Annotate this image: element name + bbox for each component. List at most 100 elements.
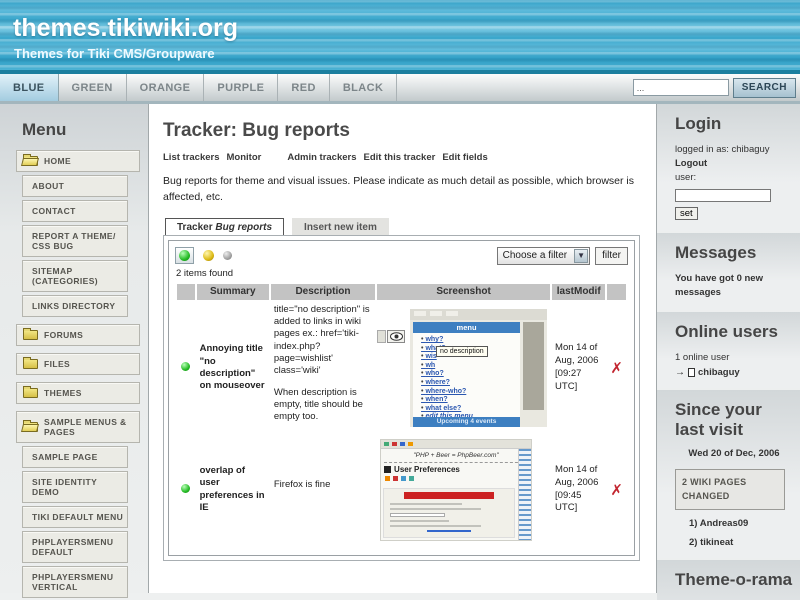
page: themes.tikiwiki.org Themes for Tiki CMS/… (0, 0, 800, 600)
gray-status-icon[interactable] (223, 251, 232, 260)
sidebar-item-sitemap[interactable]: SITEMAP (CATEGORIES) (22, 260, 128, 292)
search-button[interactable]: SEARCH (733, 78, 796, 98)
yellow-status-icon[interactable] (203, 250, 214, 261)
site-header: themes.tikiwiki.org Themes for Tiki CMS/… (0, 0, 800, 74)
scrollbar-strip (523, 322, 544, 410)
sidebar-item-phplayersmenu-default[interactable]: PHPLAYERSMENU DEFAULT (22, 531, 128, 563)
sidebar-item-sample-menus[interactable]: SAMPLE MENUS & PAGES (16, 411, 140, 443)
theme-tab-blue[interactable]: BLUE (0, 74, 59, 101)
description-paragraph: title="no description" is added to links… (274, 304, 372, 378)
link-admin-trackers[interactable]: Admin trackers (287, 152, 356, 163)
theme-tab-orange[interactable]: ORANGE (127, 74, 205, 101)
link-edit-this-tracker[interactable]: Edit this tracker (364, 152, 436, 163)
left-sidebar: Menu HOME ABOUT CONTACT REPORT A THEME/ … (0, 104, 148, 593)
choose-filter-select[interactable]: Choose a filter (497, 247, 590, 265)
summary-column-header[interactable]: Summary (197, 284, 269, 300)
sidebar-item-site-identity-demo[interactable]: SITE IDENTITY DEMO (22, 471, 128, 503)
sidebar-item-home[interactable]: HOME (16, 150, 140, 172)
description-paragraph: When description is empty, title should … (274, 387, 372, 424)
messages-title: Messages (675, 243, 794, 263)
set-button[interactable]: set (675, 207, 698, 220)
theme-tab-red[interactable]: RED (278, 74, 329, 101)
search-input[interactable] (633, 79, 729, 96)
search-area: SEARCH (633, 74, 800, 101)
sidebar-item-about[interactable]: ABOUT (22, 175, 128, 197)
tab-prefix: Tracker (177, 222, 215, 233)
status-column-header (177, 284, 195, 300)
site-subtitle: Themes for Tiki CMS/Groupware (14, 46, 215, 61)
online-user-row[interactable]: → chibaguy (675, 367, 794, 378)
link-edit-fields[interactable]: Edit fields (442, 152, 487, 163)
folder-icon (23, 359, 38, 369)
filter-button[interactable]: filter (595, 247, 628, 265)
online-user-name: chibaguy (698, 367, 740, 378)
bug-screenshot-menu[interactable]: menu why? what? wis wh who? where (410, 309, 547, 427)
sidebar-item-sample-page[interactable]: SAMPLE PAGE (22, 446, 128, 468)
screenshot-column-header[interactable]: Screenshot (377, 284, 550, 300)
row-screenshot-cell: menu why? what? wis wh who? where (377, 302, 550, 435)
theme-tab-green[interactable]: GREEN (59, 74, 127, 101)
delete-icon[interactable]: ✗ (610, 481, 623, 499)
sidebar-item-label: FILES (44, 359, 70, 369)
eye-icon[interactable] (387, 330, 405, 343)
sidebar-item-files[interactable]: FILES (16, 353, 140, 375)
preferences-form (383, 488, 515, 538)
logout-link[interactable]: Logout (675, 157, 794, 171)
link-monitor[interactable]: Monitor (227, 152, 262, 163)
tab-insert-new-item[interactable]: Insert new item (292, 218, 389, 235)
status-open-toggle[interactable] (175, 247, 194, 264)
green-status-icon (181, 484, 190, 493)
folder-open-icon (23, 156, 38, 166)
sidebar-item-report-bug[interactable]: REPORT A THEME/ CSS BUG (22, 225, 128, 257)
zoom-icon[interactable] (377, 330, 386, 343)
row-delete-cell: ✗ (607, 302, 626, 435)
sidebar-item-links-directory[interactable]: LINKS DIRECTORY (22, 295, 128, 317)
tab-tracker-bug-reports[interactable]: Tracker Bug reports (165, 218, 284, 235)
menu-box-footer: Upcoming 4 events (413, 417, 520, 427)
menu-link: where-who? (421, 388, 520, 397)
table-header-row: Summary Description Screenshot lastModif (177, 284, 626, 300)
sidebar-item-contact[interactable]: CONTACT (22, 200, 128, 222)
page-icon (688, 368, 695, 377)
row-summary: Annoying title "no description" on mouse… (197, 302, 269, 435)
no-description-tooltip: no description (436, 346, 488, 357)
login-title: Login (675, 114, 794, 134)
delete-icon[interactable]: ✗ (610, 359, 623, 377)
theme-tab-purple[interactable]: PURPLE (204, 74, 278, 101)
tracker-action-links: List trackers Monitor Admin trackers Edit t… (163, 152, 644, 163)
online-users-module: Online users 1 online user → chibaguy (657, 312, 800, 388)
user-input[interactable] (675, 189, 771, 202)
row-status-cell (177, 437, 195, 543)
online-users-title: Online users (675, 322, 794, 342)
row-status-cell (177, 302, 195, 435)
tracker-description: Bug reports for theme and visual issues.… (163, 173, 647, 206)
changed-page-link[interactable]: 2) tikineat (689, 537, 794, 548)
square-icon (384, 466, 391, 473)
description-paragraph: Firefox is fine (274, 479, 372, 491)
menu-link: where? (421, 379, 520, 388)
link-list-trackers[interactable]: List trackers (163, 152, 220, 163)
browser-chrome (410, 309, 547, 320)
description-column-header[interactable]: Description (271, 284, 375, 300)
filter-select-value: Choose a filter (503, 250, 567, 261)
wiki-pages-changed-badge[interactable]: 2 WIKI PAGES CHANGED (675, 469, 785, 510)
sidebar-item-label: ABOUT (32, 181, 64, 191)
sidebar-item-label: PHPLAYERSMENU VERTICAL (32, 572, 124, 592)
folder-icon (23, 330, 38, 340)
site-title: themes.tikiwiki.org (13, 14, 238, 43)
row-lastmodif: Mon 14 of Aug, 2006 [09:45 UTC] (552, 437, 605, 543)
bug-screenshot-userprefs[interactable]: "PHP + Beer = PhpBeer.com" User Preferen… (380, 439, 532, 541)
sidebar-item-label: SAMPLE PAGE (32, 452, 98, 462)
sidebar-item-tiki-default-menu[interactable]: TIKI DEFAULT MENU (22, 506, 128, 528)
menu-link: wh (421, 362, 520, 371)
menu-link: who? (421, 370, 520, 379)
sidebar-item-forums[interactable]: FORUMS (16, 324, 140, 346)
sidebar-item-label: REPORT A THEME/ CSS BUG (32, 231, 124, 251)
theme-tab-black[interactable]: BLACK (330, 74, 398, 101)
changed-page-link[interactable]: 1) Andreas09 (689, 518, 794, 529)
sidebar-item-phplayersmenu-vertical[interactable]: PHPLAYERSMENU VERTICAL (22, 566, 128, 598)
chevron-down-icon (574, 249, 588, 263)
sidebar-item-themes[interactable]: THEMES (16, 382, 140, 404)
messages-text[interactable]: You have got 0 new messages (675, 272, 777, 301)
lastmodif-column-header[interactable]: lastModif (552, 284, 605, 300)
